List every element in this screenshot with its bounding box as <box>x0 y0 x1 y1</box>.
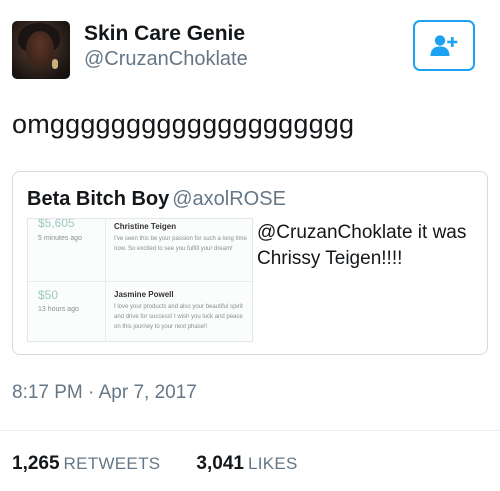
likes-count: 3,041 <box>196 453 244 474</box>
quoted-tweet[interactable]: Beta Bitch Boy @axolROSE $5,605 5 minutes… <box>12 171 488 355</box>
donation-time: 13 hours ago <box>38 306 79 313</box>
donation-amount: $50 <box>38 288 59 302</box>
donation-message: I love your products and also your beaut… <box>114 304 243 330</box>
tweet-timestamp[interactable]: 8:17 PM · Apr 7, 2017 <box>12 382 197 404</box>
display-name[interactable]: Skin Care Genie <box>84 22 245 46</box>
quoted-author-name: Beta Bitch Boy <box>27 188 170 210</box>
donation-time: 5 minutes ago <box>38 235 82 242</box>
tweet-stats: 1,265 RETWEETS 3,041 LIKES <box>12 453 298 475</box>
add-user-icon <box>430 34 458 56</box>
likes-stat[interactable]: 3,041 LIKES <box>196 453 297 474</box>
tweet-text: omgggggggggggggggggggg <box>12 109 355 139</box>
quoted-tweet-image[interactable]: $5,605 5 minutes ago Christine Teigen I'… <box>27 218 253 342</box>
follow-button[interactable] <box>413 20 475 71</box>
quoted-author-handle: @axolROSE <box>172 188 286 210</box>
avatar-earring <box>52 59 58 69</box>
retweets-stat[interactable]: 1,265 RETWEETS <box>12 453 160 474</box>
quoted-tweet-text: @CruzanChoklate it was Chrissy Teigen!!!… <box>257 222 467 269</box>
user-handle[interactable]: @CruzanChoklate <box>84 48 248 71</box>
avatar[interactable] <box>12 21 70 79</box>
retweets-count: 1,265 <box>12 453 60 474</box>
retweets-label: RETWEETS <box>63 454 161 473</box>
donation-message: I've seen this be your passion for such … <box>114 236 247 252</box>
donor-name: Jasmine Powell <box>114 290 174 299</box>
donation-row: $50 13 hours ago Jasmine Powell I love y… <box>28 281 252 341</box>
donor-name: Christine Teigen <box>114 222 177 231</box>
divider <box>0 430 500 431</box>
donation-amount: $5,605 <box>38 218 75 230</box>
avatar-face <box>26 31 54 67</box>
donation-row: $5,605 5 minutes ago Christine Teigen I'… <box>28 218 252 281</box>
likes-label: LIKES <box>247 454 298 473</box>
quoted-tweet-author: Beta Bitch Boy @axolROSE <box>27 188 286 211</box>
